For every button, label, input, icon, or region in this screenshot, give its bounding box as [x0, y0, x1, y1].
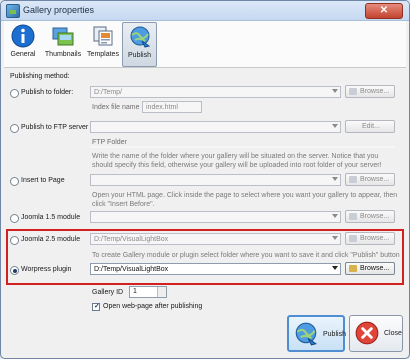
tab-general-label: General	[10, 51, 36, 58]
ftp-server-dropdown[interactable]	[90, 121, 341, 133]
checkmark-icon: ✓	[94, 303, 100, 310]
publishing-method-label: Publishing method:	[10, 73, 70, 80]
radio-insert-to-page[interactable]	[10, 177, 19, 186]
publish-to-folder-label: Publish to folder:	[21, 89, 74, 96]
gallery-properties-window: Gallery properties ✕ General Thumbnails	[0, 0, 410, 359]
chevron-down-icon	[332, 177, 338, 181]
folder-icon	[349, 213, 357, 220]
open-after-publishing-checkbox[interactable]: ✓	[92, 303, 100, 311]
joomla-25-dropdown[interactable]: D:/Temp/VisualLightBox	[90, 233, 341, 245]
gallery-id-label: Gallery ID	[92, 289, 124, 296]
radio-joomla-15[interactable]	[10, 214, 19, 223]
tab-general[interactable]: General	[8, 22, 38, 65]
index-file-name-label: Index file name	[92, 104, 140, 111]
insert-page-note: Open your HTML page. Click inside the pa…	[92, 192, 398, 208]
chevron-down-icon	[332, 266, 338, 270]
gallery-id-spinner[interactable]: 1	[129, 286, 167, 298]
wordpress-path-dropdown[interactable]: D:/Temp/VisualLightBox	[90, 263, 341, 275]
joomla-15-dropdown[interactable]	[90, 211, 341, 223]
toolbar: General Thumbnails Templates Publish	[4, 21, 406, 68]
tab-publish[interactable]: Publish	[122, 22, 157, 67]
insert-to-page-label: Insert to Page	[21, 177, 65, 184]
close-button-label: Close	[384, 330, 402, 337]
app-icon	[6, 4, 20, 18]
window-title: Gallery properties	[23, 5, 95, 15]
info-icon	[11, 24, 35, 48]
folder-path-value: D:/Temp/	[94, 89, 123, 96]
close-icon	[355, 321, 379, 345]
publish-button-label: Publish	[323, 331, 346, 338]
tab-thumbnails-label: Thumbnails	[44, 51, 82, 58]
index-file-name-input[interactable]: index.html	[142, 101, 202, 113]
folder-path-dropdown[interactable]: D:/Temp/	[90, 86, 341, 98]
folder-icon	[349, 176, 357, 183]
folder-icon	[349, 235, 357, 242]
title-bar: Gallery properties ✕	[1, 1, 409, 21]
module-note: To create Gallery module or plugin selec…	[92, 252, 400, 259]
joomla-25-label: Joomla 2.5 module	[21, 236, 81, 243]
tab-thumbnails[interactable]: Thumbnails	[42, 22, 84, 65]
wordpress-plugin-label: Worpress plugin	[21, 266, 72, 273]
publish-button[interactable]: Publish	[287, 315, 346, 352]
joomla-25-browse-button[interactable]: Browse...	[345, 232, 395, 245]
page-browse-button[interactable]: Browse...	[345, 173, 395, 186]
ftp-note: Write the name of the folder where your …	[92, 153, 382, 169]
templates-icon	[93, 26, 113, 46]
chevron-down-icon	[332, 236, 338, 240]
open-after-publishing-label: Open web-page after publishing	[103, 303, 203, 310]
spinner-arrows-icon[interactable]	[157, 287, 166, 297]
joomla-15-label: Joomla 1.5 module	[21, 214, 81, 221]
publish-ftp-label: Publish to FTP server	[21, 124, 89, 131]
wordpress-browse-button[interactable]: Browse...	[345, 262, 395, 275]
radio-wordpress-plugin[interactable]	[10, 266, 19, 275]
window-close-button[interactable]: ✕	[365, 3, 403, 19]
tab-templates-label: Templates	[87, 51, 119, 58]
folder-icon	[349, 265, 357, 272]
radio-publish-to-folder[interactable]	[10, 89, 19, 98]
chevron-down-icon	[332, 89, 338, 93]
publish-globe-icon	[295, 322, 318, 346]
ftp-edit-button[interactable]: Edit...	[345, 120, 395, 133]
folder-browse-button[interactable]: Browse...	[345, 85, 395, 98]
folder-icon	[349, 88, 357, 95]
tab-publish-label: Publish	[128, 52, 151, 59]
chevron-down-icon	[332, 124, 338, 128]
radio-publish-ftp[interactable]	[10, 124, 19, 133]
ftp-folder-label: FTP Folder	[92, 139, 127, 146]
thumbnails-icon	[52, 27, 74, 46]
page-path-dropdown[interactable]	[90, 174, 341, 186]
tab-templates[interactable]: Templates	[86, 22, 120, 65]
radio-joomla-25[interactable]	[10, 236, 19, 245]
chevron-down-icon	[332, 214, 338, 218]
close-button[interactable]: Close	[349, 315, 403, 352]
joomla-15-browse-button[interactable]: Browse...	[345, 210, 395, 223]
publish-globe-icon	[130, 26, 150, 48]
